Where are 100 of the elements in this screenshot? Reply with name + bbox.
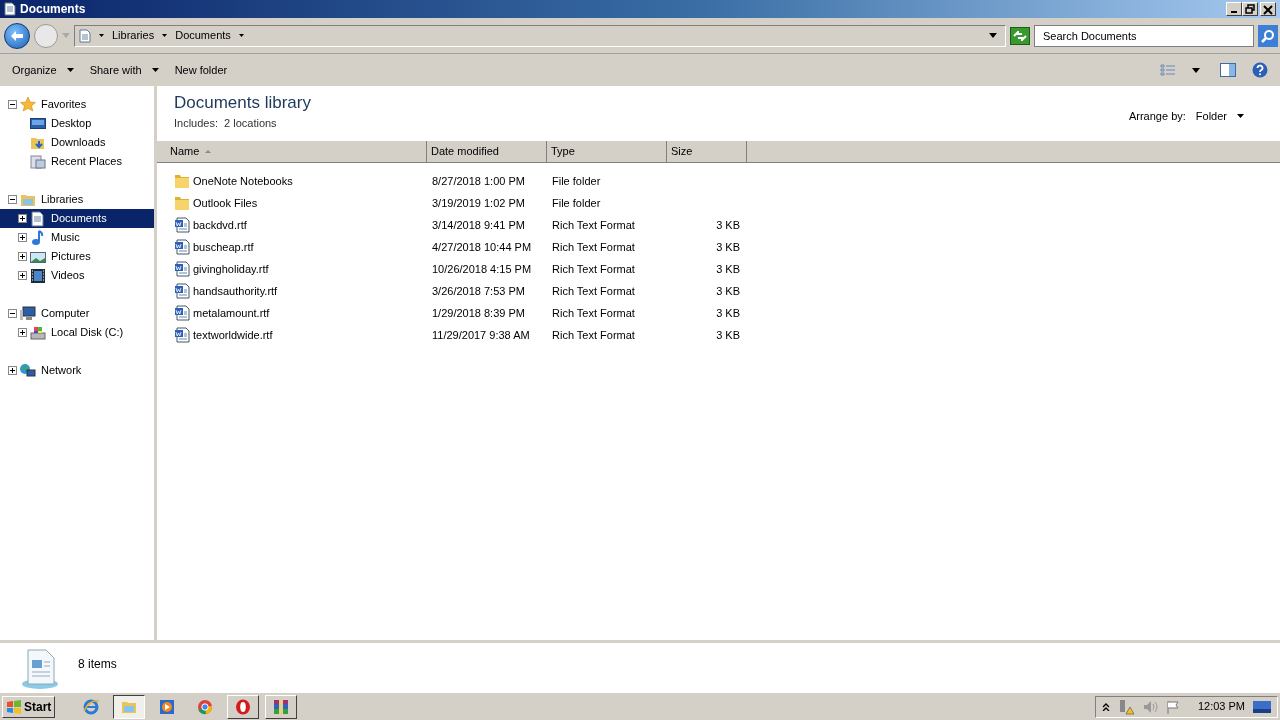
sidebar-item[interactable]: Network: [0, 361, 154, 380]
minimize-icon: [1231, 11, 1237, 13]
search-button[interactable]: [1258, 24, 1278, 47]
file-name[interactable]: Outlook Files: [193, 194, 258, 212]
collapse-icon[interactable]: [8, 309, 17, 318]
close-icon: [1261, 3, 1275, 15]
word-document-icon: [174, 283, 190, 299]
column-header[interactable]: Date modified: [427, 141, 547, 162]
file-name[interactable]: OneNote Notebooks: [193, 172, 293, 190]
table-cell-text: Rich Text Format: [551, 217, 636, 233]
caret-icon[interactable]: [1192, 67, 1200, 73]
toolbar-button[interactable]: Share with: [83, 58, 165, 82]
document-icon: [4, 2, 16, 16]
expand-icon[interactable]: [18, 328, 27, 337]
address-field[interactable]: Libraries Documents: [74, 24, 1006, 47]
sidebar-item[interactable]: Local Disk (C:): [0, 323, 154, 342]
help-icon[interactable]: [1252, 62, 1268, 78]
table-cell-text: Rich Text Format: [551, 327, 636, 343]
show-desktop-icon[interactable]: [1253, 699, 1271, 714]
sidebar-item[interactable]: Computer: [0, 304, 154, 323]
document-icon: [79, 28, 91, 43]
sidebar-item[interactable]: Desktop: [0, 114, 154, 133]
disk-drive-icon: [30, 324, 46, 341]
column-header[interactable]: Size: [667, 141, 747, 162]
window-title: Documents: [20, 1, 86, 18]
caret-icon: [238, 34, 244, 37]
table-cell-text: 3 KB: [715, 327, 740, 343]
column-header[interactable]: Type: [547, 141, 667, 162]
search-icon: [1261, 28, 1275, 43]
windows-logo-icon: [6, 699, 22, 714]
refresh-icon: [1013, 30, 1027, 41]
breadcrumb-link[interactable]: Documents: [175, 27, 231, 44]
sidebar-item[interactable]: Music: [0, 228, 154, 247]
table-cell-text: Rich Text Format: [551, 239, 636, 255]
back-arrow-icon: [10, 29, 24, 42]
caret-icon[interactable]: [989, 33, 997, 38]
taskbar-button[interactable]: [113, 694, 146, 719]
caret-icon: [162, 34, 168, 37]
sidebar-item[interactable]: Favorites: [0, 95, 154, 114]
browser-e-icon: [83, 698, 100, 715]
word-document-icon: [174, 305, 190, 321]
file-name[interactable]: buscheap.rtf: [193, 238, 254, 256]
breadcrumb-link[interactable]: Libraries: [112, 27, 155, 44]
network-icon: [20, 362, 36, 379]
collapse-icon[interactable]: [8, 100, 17, 109]
sidebar-item[interactable]: Pictures: [0, 247, 154, 266]
word-document-icon: [174, 217, 190, 233]
file-name[interactable]: metalamount.rtf: [193, 304, 270, 322]
toolbar-button[interactable]: New folder: [168, 58, 234, 82]
sidebar-item[interactable]: Videos: [0, 266, 154, 285]
caret-icon: [151, 68, 159, 72]
table-cell-text: Rich Text Format: [551, 261, 636, 277]
collapse-icon[interactable]: [8, 195, 17, 204]
column-header[interactable]: Name: [157, 141, 427, 162]
ring-icon: [235, 698, 252, 715]
file-name[interactable]: backdvd.rtf: [193, 216, 247, 234]
caret-icon: [1237, 114, 1244, 119]
restore-button[interactable]: [1242, 2, 1258, 16]
chevron-up-icon[interactable]: [1101, 702, 1110, 711]
table-cell-text: 11/29/2017 9:38 AM: [431, 327, 531, 343]
expand-icon[interactable]: [18, 252, 27, 261]
clock[interactable]: 12:03 PM: [1197, 698, 1245, 715]
start-button[interactable]: Start: [2, 695, 56, 718]
restore-icon: [1243, 3, 1257, 15]
table-cell-text: 3 KB: [715, 239, 740, 255]
table-cell-text: File folder: [551, 173, 602, 189]
table-cell-text: 10/26/2018 4:15 PM: [431, 261, 533, 277]
file-name[interactable]: givingholiday.rtf: [193, 260, 269, 278]
refresh-button[interactable]: [1010, 26, 1030, 45]
preview-pane-icon[interactable]: [1220, 63, 1236, 77]
word-document-icon: [174, 239, 190, 255]
toolbar-button[interactable]: Organize: [6, 58, 80, 82]
table-cell-text: 3 KB: [715, 283, 740, 299]
table-cell-text: Rich Text Format: [551, 305, 636, 321]
table-cell-text: 8/27/2018 1:00 PM: [431, 173, 526, 189]
expand-icon[interactable]: [18, 214, 27, 223]
minimize-button[interactable]: [1226, 2, 1242, 16]
close-button[interactable]: [1260, 2, 1276, 16]
sidebar-item[interactable]: Recent Places: [0, 152, 154, 171]
library-title: Documents library: [174, 92, 311, 114]
desktop-icon: [30, 115, 46, 132]
film-icon: [30, 267, 46, 284]
search-field[interactable]: Search Documents: [1034, 24, 1254, 47]
file-name[interactable]: textworldwide.rtf: [193, 326, 273, 344]
expand-icon[interactable]: [18, 233, 27, 242]
document-icon: [30, 210, 46, 227]
expand-icon[interactable]: [8, 366, 17, 375]
table-cell-text: 3 KB: [715, 305, 740, 321]
arrange-dropdown[interactable]: Folder: [1195, 108, 1244, 125]
sidebar-item[interactable]: Downloads: [0, 133, 154, 152]
flag-icon[interactable]: [1165, 699, 1180, 714]
expand-icon[interactable]: [18, 271, 27, 280]
back-button[interactable]: [4, 22, 30, 49]
sidebar-item[interactable]: Documents: [0, 209, 154, 228]
table-cell-text: 4/27/2018 10:44 PM: [431, 239, 533, 255]
item-count: 8 items: [78, 656, 117, 673]
table-cell-text: 3 KB: [715, 261, 740, 277]
sidebar-item[interactable]: Libraries: [0, 190, 154, 209]
locations-link[interactable]: 2 locations: [224, 115, 277, 132]
file-name[interactable]: handsauthority.rtf: [193, 282, 278, 300]
